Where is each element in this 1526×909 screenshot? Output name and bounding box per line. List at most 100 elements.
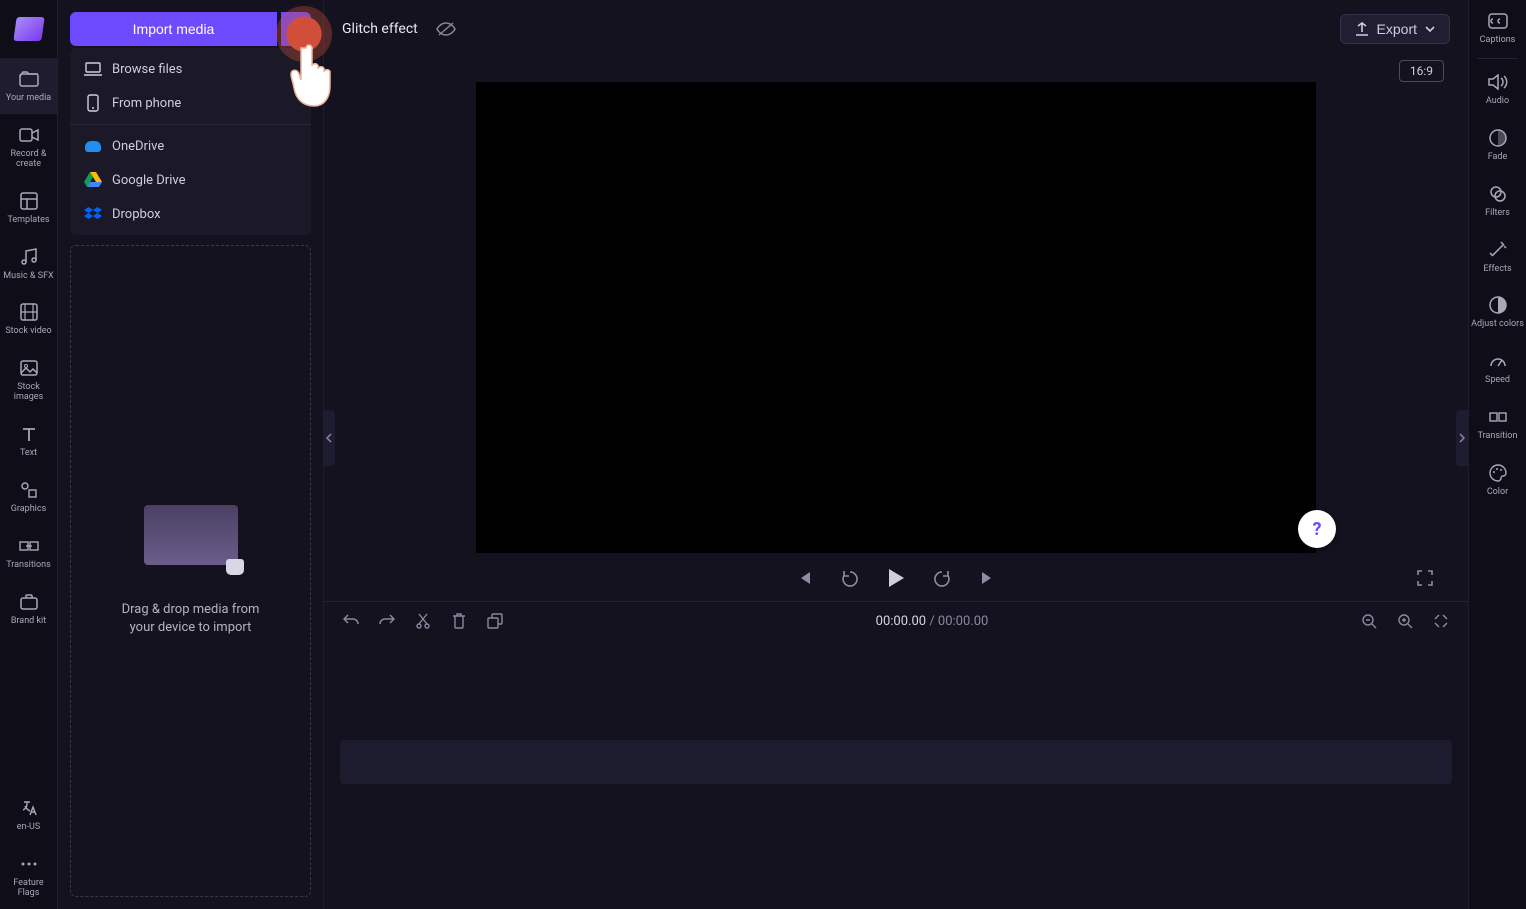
visibility-icon[interactable]: [436, 21, 456, 37]
right-label: Captions: [1480, 36, 1516, 46]
top-bar: Glitch effect Export: [324, 0, 1468, 58]
right-item-filters[interactable]: Filters: [1469, 173, 1526, 229]
sidebar-label: Transitions: [6, 561, 51, 571]
color-palette-icon: [1487, 462, 1509, 484]
project-name[interactable]: Glitch effect: [342, 21, 418, 37]
templates-icon: [18, 190, 40, 212]
duplicate-button[interactable]: [484, 610, 506, 632]
right-label: Fade: [1488, 153, 1508, 163]
delete-button[interactable]: [448, 610, 470, 632]
zoom-out-button[interactable]: [1358, 610, 1380, 632]
dropdown-item-onedrive[interactable]: OneDrive: [70, 129, 311, 163]
sidebar-item-language[interactable]: en-US: [0, 787, 57, 843]
right-label: Color: [1487, 488, 1508, 498]
sidebar-item-stock-images[interactable]: Stock images: [0, 347, 57, 413]
sidebar-label: Stock video: [5, 327, 51, 337]
filters-icon: [1487, 183, 1509, 205]
aspect-ratio-selector[interactable]: 16:9: [1399, 60, 1444, 82]
right-item-fade[interactable]: Fade: [1469, 117, 1526, 173]
sidebar-item-brand-kit[interactable]: Brand kit: [0, 581, 57, 637]
google-drive-icon: [84, 171, 102, 189]
dropdown-label: Browse files: [112, 62, 182, 77]
right-item-speed[interactable]: Speed: [1469, 340, 1526, 396]
right-label: Effects: [1483, 265, 1511, 275]
sidebar-item-graphics[interactable]: Graphics: [0, 469, 57, 525]
app-logo[interactable]: [0, 0, 57, 58]
import-media-dropdown-toggle[interactable]: [281, 12, 311, 46]
right-label: Adjust colors: [1471, 320, 1524, 330]
export-button[interactable]: Export: [1340, 14, 1450, 44]
laptop-icon: [84, 60, 102, 78]
speed-icon: [1487, 350, 1509, 372]
dropdown-divider: [70, 124, 311, 125]
phone-icon: [84, 94, 102, 112]
right-label: Speed: [1485, 376, 1510, 386]
video-preview[interactable]: [476, 82, 1316, 553]
split-button[interactable]: [412, 610, 434, 632]
zoom-fit-button[interactable]: [1430, 610, 1452, 632]
dropdown-item-from-phone[interactable]: From phone: [70, 86, 311, 120]
right-label: Transition: [1478, 432, 1518, 442]
sidebar-item-templates[interactable]: Templates: [0, 180, 57, 236]
right-item-adjust-colors[interactable]: Adjust colors: [1469, 284, 1526, 340]
music-icon: [18, 246, 40, 268]
timecode-display: 00:00.00 / 00:00.00: [520, 614, 1344, 629]
sidebar-item-music-sfx[interactable]: Music & SFX: [0, 236, 57, 292]
dropdown-item-dropbox[interactable]: Dropbox: [70, 197, 311, 231]
sidebar-item-stock-video[interactable]: Stock video: [0, 291, 57, 347]
sidebar-item-record-create[interactable]: Record & create: [0, 114, 57, 180]
sidebar-label: en-US: [17, 823, 40, 833]
skip-end-button[interactable]: [975, 565, 1001, 591]
upload-icon: [1355, 22, 1369, 36]
collapse-media-panel-button[interactable]: [323, 410, 335, 466]
dropdown-item-browse-files[interactable]: Browse files: [70, 52, 311, 86]
play-button[interactable]: [883, 565, 909, 591]
chevron-down-icon: [1425, 26, 1435, 33]
media-panel: Import media Browse files From phone One…: [58, 0, 324, 909]
captions-icon: [1487, 10, 1509, 32]
dropdown-label: Google Drive: [112, 173, 185, 188]
right-item-audio[interactable]: Audio: [1469, 61, 1526, 117]
sidebar-item-text[interactable]: Text: [0, 413, 57, 469]
zoom-in-button[interactable]: [1394, 610, 1416, 632]
main-area: Glitch effect Export 16:9: [324, 0, 1468, 909]
left-sidebar: Your media Record & create Templates Mus…: [0, 0, 58, 909]
sidebar-item-transitions[interactable]: Transitions: [0, 525, 57, 581]
current-time: 00:00.00: [876, 614, 926, 629]
effects-icon: [1487, 239, 1509, 261]
sidebar-label: Record & create: [2, 150, 55, 170]
fullscreen-button[interactable]: [1412, 565, 1438, 591]
rewind-button[interactable]: [837, 565, 863, 591]
forward-button[interactable]: [929, 565, 955, 591]
image-icon: [18, 357, 40, 379]
right-item-effects[interactable]: Effects: [1469, 229, 1526, 285]
timeline-area: 00:00.00 / 00:00.00: [324, 601, 1468, 909]
right-label: Audio: [1486, 97, 1509, 107]
redo-button[interactable]: [376, 610, 398, 632]
timeline-tracks[interactable]: [324, 640, 1468, 909]
help-button[interactable]: ?: [1298, 510, 1336, 548]
folder-media-icon: [18, 68, 40, 90]
undo-button[interactable]: [340, 610, 362, 632]
dropdown-item-google-drive[interactable]: Google Drive: [70, 163, 311, 197]
right-item-captions[interactable]: Captions: [1469, 0, 1526, 56]
dropzone-text: Drag & drop media from your device to im…: [111, 601, 271, 637]
right-sidebar: Captions Audio Fade Filters Effects Adju…: [1468, 0, 1526, 909]
timeline-toolbar: 00:00.00 / 00:00.00: [324, 602, 1468, 640]
skip-start-button[interactable]: [791, 565, 817, 591]
sidebar-item-your-media[interactable]: Your media: [0, 58, 57, 114]
dropzone-thumbnail-icon: [144, 505, 238, 565]
timeline-track[interactable]: [340, 740, 1452, 784]
right-item-transition[interactable]: Transition: [1469, 396, 1526, 452]
export-label: Export: [1377, 21, 1417, 37]
collapse-right-panel-button[interactable]: [1456, 410, 1468, 466]
import-media-button[interactable]: Import media: [70, 12, 277, 46]
right-item-color[interactable]: Color: [1469, 452, 1526, 508]
media-dropzone[interactable]: Drag & drop media from your device to im…: [70, 245, 311, 897]
sidebar-label: Your media: [6, 94, 51, 104]
camera-icon: [18, 124, 40, 146]
dropbox-icon: [84, 205, 102, 223]
sidebar-label: Text: [20, 449, 37, 459]
more-icon: [18, 853, 40, 875]
sidebar-item-feature-flags[interactable]: Feature Flags: [0, 843, 57, 909]
